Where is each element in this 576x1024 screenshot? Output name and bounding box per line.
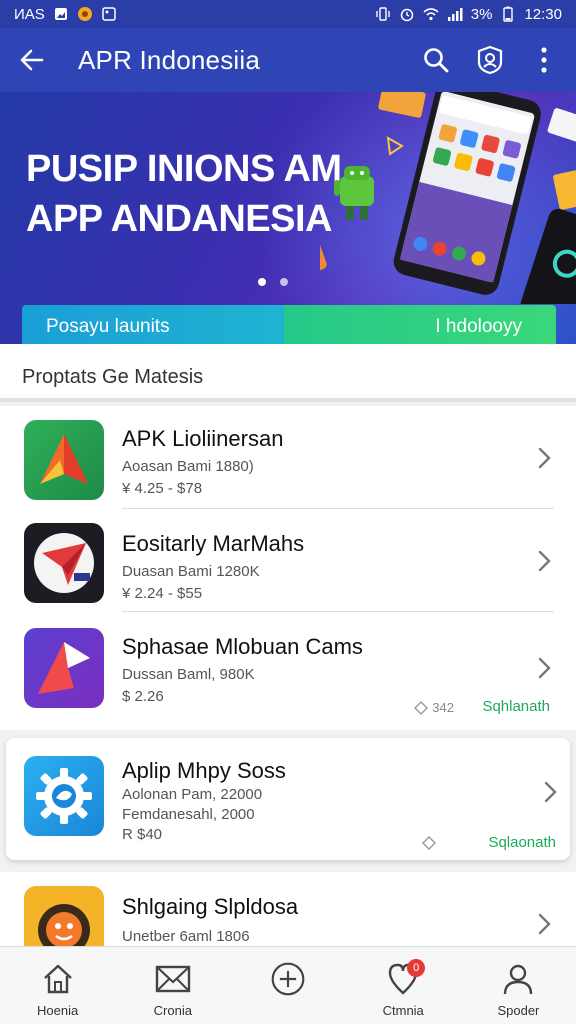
battery-icon <box>500 6 516 22</box>
banner-tab-left-label: Posayu launits <box>46 315 170 337</box>
phone-illustration <box>320 92 576 304</box>
app-name: APK Lioliinersan <box>122 426 284 451</box>
chevron-right-icon <box>544 781 557 803</box>
nav-messages-label: Cronia <box>153 1003 192 1018</box>
nav-add[interactable] <box>230 947 345 1024</box>
nav-home-label: Hoenia <box>37 1003 79 1018</box>
app-tag: Sqhlanath <box>482 698 550 715</box>
carousel-dots <box>258 278 288 286</box>
nav-favorites[interactable]: 0 Ctmnia <box>346 947 461 1024</box>
rating-meta <box>422 836 436 850</box>
app-tag: Sqlaonath <box>488 834 556 851</box>
section-header: Proptats Ge Matesis <box>0 344 576 402</box>
search-icon <box>424 48 449 73</box>
carousel-dot[interactable] <box>280 278 288 286</box>
bottom-nav: Hoenia Cronia 0 Ctmnia Spoder <box>0 946 576 1024</box>
clock: 12:30 <box>524 5 562 23</box>
banner-tabs: Posayu launits I hdolooyy <box>22 305 556 344</box>
app-price: R $40 <box>122 826 163 843</box>
more-vertical-icon <box>541 47 547 73</box>
user-icon <box>500 961 536 997</box>
battery-level: 3% <box>470 5 493 23</box>
section-title: Proptats Ge Matesis <box>22 366 204 388</box>
app-icon <box>24 523 104 603</box>
photo-icon <box>101 6 117 22</box>
rating-meta: 342 <box>414 700 454 715</box>
banner-title-line1: PUSIP INIONS AM <box>26 148 342 190</box>
search-button[interactable] <box>414 38 458 82</box>
profile-badge-button[interactable] <box>468 38 512 82</box>
app-icon <box>24 628 104 708</box>
app-name: Shlgaing Slpldosa <box>122 894 299 919</box>
app-subtitle: Aoasan Bami 1880) <box>122 458 254 475</box>
add-circle-icon <box>270 961 306 997</box>
app-icon <box>24 420 104 500</box>
banner-tab-right[interactable]: I hdolooyy <box>284 305 556 344</box>
overflow-menu-button[interactable] <box>522 38 566 82</box>
app-bar: APR Indonesiia <box>0 28 576 92</box>
carousel-dot-active[interactable] <box>258 278 266 286</box>
app-name: Sphasae Mlobuan Cams <box>122 634 363 659</box>
list-item[interactable]: APK Lioliinersan Aoasan Bami 1880) ¥ 4.2… <box>0 406 576 509</box>
app-subtitle: Unetber 6aml 1806 <box>122 928 250 945</box>
app-name: Eositarly MarMahs <box>122 531 305 556</box>
app-list: APK Lioliinersan Aoasan Bami 1880) ¥ 4.2… <box>0 406 576 966</box>
chevron-right-icon <box>538 447 551 469</box>
status-left: ИАS <box>14 6 117 23</box>
diamond-icon <box>422 836 436 850</box>
list-item[interactable]: Aplip Mhpy Soss Aolonan Pam, 22000 Femda… <box>0 738 576 860</box>
chevron-right-icon <box>538 657 551 679</box>
app-price: $ 2.26 <box>122 688 164 705</box>
app-list-card: APK Lioliinersan Aoasan Bami 1880) ¥ 4.2… <box>0 406 576 730</box>
gallery-icon <box>53 6 69 22</box>
app-subtitle: Dussan Baml, 980K <box>122 666 255 683</box>
home-icon <box>40 961 76 997</box>
banner-tab-left[interactable]: Posayu launits <box>22 305 284 344</box>
diamond-icon <box>414 700 429 715</box>
app-notification-icon <box>77 6 93 22</box>
promo-banner[interactable]: PUSIP INIONS AM APP ANDANESIA Posayu lau… <box>0 92 576 344</box>
envelope-icon <box>155 961 191 997</box>
app-list-card: Shlgaing Slpldosa Unetber 6aml 1806 <box>0 872 576 966</box>
alarm-icon <box>399 6 415 22</box>
nav-favorites-label: Ctmnia <box>382 1003 424 1018</box>
status-bar: ИАS 3% 12:30 <box>0 0 576 28</box>
nav-profile-label: Spoder <box>497 1003 540 1018</box>
app-subtitle: Duasan Bami 1280K <box>122 563 260 580</box>
app-bar-actions <box>414 38 576 82</box>
page-title: APR Indonesiia <box>78 44 261 75</box>
banner-tab-right-label: I hdolooyy <box>435 315 522 337</box>
nav-home[interactable]: Hoenia <box>0 947 115 1024</box>
banner-title: PUSIP INIONS AM APP ANDANESIA <box>26 144 342 244</box>
status-right: 3% 12:30 <box>375 6 562 23</box>
vibrate-icon <box>375 6 391 22</box>
arrow-left-icon <box>20 49 44 71</box>
banner-title-line2: APP ANDANESIA <box>26 198 332 240</box>
badge-icon <box>477 45 503 75</box>
chevron-right-icon <box>538 550 551 572</box>
app-icon <box>24 756 104 836</box>
notification-badge: 0 <box>407 959 426 977</box>
app-price: ¥ 4.25 - $78 <box>122 480 203 497</box>
rating-count: 342 <box>432 700 454 715</box>
list-item[interactable]: Sphasae Mlobuan Cams Dussan Baml, 980K $… <box>0 612 576 730</box>
wifi-icon <box>423 6 439 22</box>
back-button[interactable] <box>0 28 64 92</box>
nav-profile[interactable]: Spoder <box>461 947 576 1024</box>
app-subtitle-secondary: Femdanesahl, 2000 <box>122 806 255 823</box>
nav-messages[interactable]: Cronia <box>115 947 230 1024</box>
app-name: Aplip Mhpy Soss <box>122 758 286 783</box>
signal-icon <box>447 6 463 22</box>
app-subtitle: Aolonan Pam, 22000 <box>122 786 263 803</box>
list-item[interactable]: Eositarly MarMahs Duasan Bami 1280K ¥ 2.… <box>0 509 576 612</box>
chevron-right-icon <box>538 913 551 935</box>
list-item[interactable]: Shlgaing Slpldosa Unetber 6aml 1806 <box>0 872 576 966</box>
list-item-highlighted[interactable]: Aplip Mhpy Soss Aolonan Pam, 22000 Femda… <box>6 738 570 860</box>
app-price: ¥ 2.24 - $55 <box>122 585 203 602</box>
status-left-text: ИАS <box>14 5 45 23</box>
